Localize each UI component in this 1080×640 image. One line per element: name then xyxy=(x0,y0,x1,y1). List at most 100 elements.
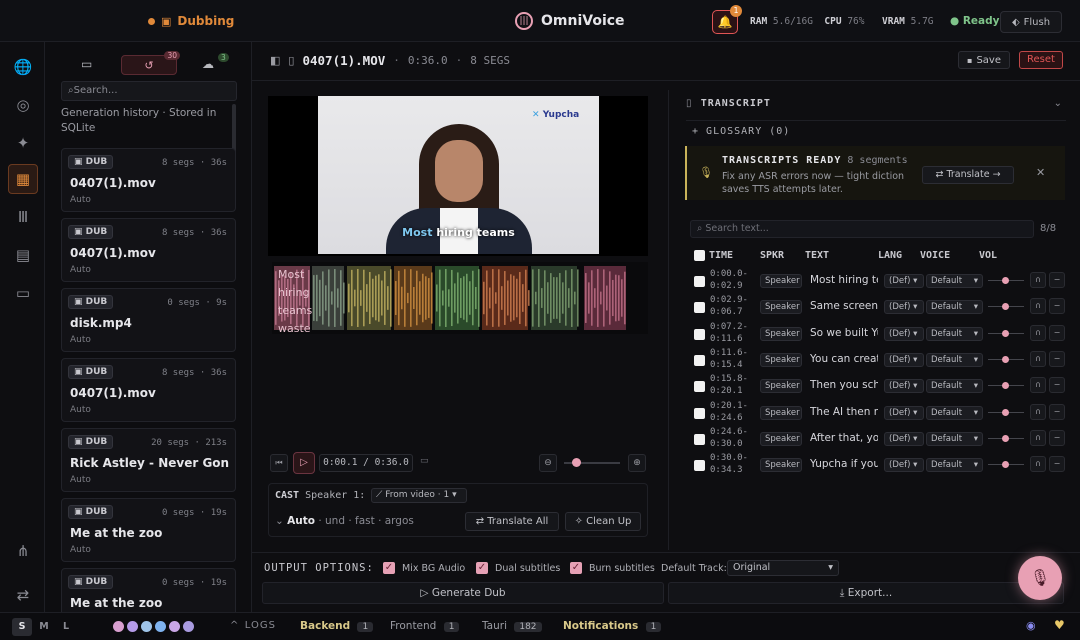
table-row[interactable]: 0:24.6-0:30.0 Speaker 1 After that, you (De… xyxy=(690,426,1066,452)
remove-icon[interactable]: − xyxy=(1049,377,1065,394)
row-checkbox[interactable] xyxy=(694,302,705,314)
speaker-select[interactable]: Speaker 1 xyxy=(760,379,802,394)
theme-dot[interactable] xyxy=(169,621,180,632)
row-text[interactable]: Most hiring te xyxy=(810,274,878,286)
history-search-field[interactable]: ⌕Search... xyxy=(61,81,237,101)
lang-select[interactable]: (Def) ▾ xyxy=(884,274,924,288)
lang-select[interactable]: (Def) ▾ xyxy=(884,405,924,420)
notifications-button[interactable]: 🔔 1 xyxy=(712,5,742,34)
speaker-select[interactable]: Speaker 1 xyxy=(760,300,802,315)
backend-log-tab[interactable]: Backend 1 xyxy=(300,620,374,632)
speaker-select[interactable]: Speaker 1 xyxy=(760,458,802,473)
volume-thumb[interactable] xyxy=(1002,434,1009,442)
theme-dot[interactable] xyxy=(127,621,138,632)
lang-select[interactable]: (Def) ▾ xyxy=(884,458,924,473)
row-checkbox[interactable] xyxy=(694,433,705,445)
row-text[interactable]: So we built Yu xyxy=(810,327,878,339)
logs-toggle[interactable]: ^ LOGS xyxy=(230,620,276,631)
save-button[interactable]: ▪ Save xyxy=(958,51,1010,69)
history-card[interactable]: ▣ DUB 8 segs · 36s 0407(1).mov Auto xyxy=(61,358,236,422)
translate-all-button[interactable]: ⇄ Translate All xyxy=(465,512,559,531)
transcript-search-field[interactable]: ⌕ Search text... xyxy=(690,220,1034,238)
remove-icon[interactable]: − xyxy=(1049,272,1065,288)
voice-select[interactable]: Default ▾ xyxy=(926,300,983,315)
volume-thumb[interactable] xyxy=(1002,382,1009,390)
clean-up-button[interactable]: ✧ Clean Up xyxy=(565,512,641,531)
default-track-select[interactable]: Original ▾ xyxy=(727,560,839,576)
headphones-icon[interactable]: ∩ xyxy=(1030,350,1046,367)
row-checkbox[interactable] xyxy=(694,354,705,366)
notifications-log-tab[interactable]: Notifications 1 xyxy=(563,620,662,632)
transcript-header[interactable]: ▯ TRANSCRIPT ⌄ xyxy=(686,98,1062,116)
mix-bg-checkbox[interactable]: ✓ xyxy=(383,562,395,574)
nodes-icon[interactable]: ⋔ xyxy=(8,536,38,566)
flush-button[interactable]: ⬖ Flush xyxy=(1000,11,1062,33)
voice-select[interactable]: Default ▾ xyxy=(926,458,983,473)
play-button[interactable]: ▷ xyxy=(293,452,315,474)
history-tab[interactable]: ↺ 30 xyxy=(121,51,180,75)
size-m-button[interactable]: M xyxy=(34,618,54,636)
headphones-icon[interactable]: ∩ xyxy=(1030,429,1046,446)
cloud-tab-icon[interactable]: ☁ 3 xyxy=(202,53,229,71)
row-checkbox[interactable] xyxy=(694,460,705,472)
voice-select[interactable]: Default ▾ xyxy=(926,326,983,341)
volume-slider[interactable] xyxy=(988,461,1024,469)
voice-select[interactable]: Default ▾ xyxy=(926,431,983,446)
row-text[interactable]: Then you sch xyxy=(810,379,878,391)
waveform-segment[interactable] xyxy=(584,266,626,330)
table-row[interactable]: 0:07.2-0:11.6 Speaker 1 So we built Yu (Def… xyxy=(690,321,1066,347)
row-text[interactable]: The AI then ru xyxy=(810,406,878,418)
banner-translate-button[interactable]: ⇄ Translate → xyxy=(922,166,1014,184)
table-row[interactable]: 0:30.0-0:34.3 Speaker 1 Yupcha if you (Def)… xyxy=(690,452,1066,478)
magic-wand-icon[interactable]: ✦ xyxy=(8,128,38,158)
headphones-icon[interactable]: ∩ xyxy=(1030,377,1046,394)
select-all-checkbox[interactable] xyxy=(694,250,705,261)
skip-back-button[interactable]: ⏮ xyxy=(270,454,288,472)
volume-thumb[interactable] xyxy=(1002,303,1009,311)
lang-select[interactable]: (Def) ▾ xyxy=(884,379,924,394)
volume-slider[interactable] xyxy=(988,355,1024,363)
folder-icon[interactable]: ▭ xyxy=(8,278,38,308)
history-card[interactable]: ▣ DUB 8 segs · 36s 0407(1).mov Auto xyxy=(61,148,236,212)
remove-icon[interactable]: − xyxy=(1049,298,1065,315)
remove-icon[interactable]: − xyxy=(1049,456,1065,473)
video-frame[interactable]: ✕ Yupcha Most hiring teams xyxy=(318,96,599,254)
table-row[interactable]: 0:00.0- 0:02.9 Speaker 1 Most hiring te (Def… xyxy=(690,268,1066,294)
volume-thumb[interactable] xyxy=(1002,277,1009,284)
frontend-log-tab[interactable]: Frontend 1 xyxy=(390,620,460,632)
table-row[interactable]: 0:15.8-0:20.1 Speaker 1 Then you sch (Def) … xyxy=(690,373,1066,399)
burn-subtitles-checkbox[interactable]: ✓ xyxy=(570,562,582,574)
waveform-track[interactable]: Most hiring teams waste xyxy=(272,262,648,334)
zoom-slider[interactable] xyxy=(564,458,620,467)
volume-thumb[interactable] xyxy=(1002,408,1009,416)
remove-icon[interactable]: − xyxy=(1049,324,1065,341)
remove-icon[interactable]: − xyxy=(1049,403,1065,420)
speaker-select[interactable]: Speaker 1 xyxy=(760,352,802,367)
caption-icon[interactable]: ▭ xyxy=(420,456,429,466)
row-checkbox[interactable] xyxy=(694,407,705,419)
row-checkbox[interactable] xyxy=(694,328,705,340)
film-nav-icon[interactable]: ▦ xyxy=(8,164,38,194)
globe-icon[interactable]: 🌐 xyxy=(8,52,38,82)
export-button[interactable]: ⤓ Export... xyxy=(668,582,1064,604)
volume-slider[interactable] xyxy=(988,277,1024,284)
speaker-source-select[interactable]: ⟋ From video · 1 ▾ xyxy=(371,488,467,503)
voice-select[interactable]: Default ▾ xyxy=(926,352,983,367)
voice-select[interactable]: Default ▾ xyxy=(926,405,983,420)
row-checkbox[interactable] xyxy=(694,381,705,393)
glossary-toggle[interactable]: + GLOSSARY (0) xyxy=(692,126,790,137)
theme-dot[interactable] xyxy=(113,621,124,632)
zoom-in-button[interactable]: ⊕ xyxy=(628,454,646,472)
zoom-slider-thumb[interactable] xyxy=(572,458,581,467)
row-text[interactable]: Yupcha if you xyxy=(810,458,878,470)
size-l-button[interactable]: L xyxy=(56,618,76,636)
headphones-icon[interactable]: ∩ xyxy=(1030,403,1046,420)
row-text[interactable]: Same screeni xyxy=(810,300,878,312)
headphones-icon[interactable]: ∩ xyxy=(1030,272,1046,288)
fingerprint-icon[interactable]: ◎ xyxy=(8,90,38,120)
heart-icon[interactable]: ♥ xyxy=(1054,618,1065,632)
headphones-icon[interactable]: ∩ xyxy=(1030,456,1046,473)
volume-slider[interactable] xyxy=(988,303,1024,311)
history-card[interactable]: ▣ DUB 20 segs · 213s Rick Astley - Never G… xyxy=(61,428,236,492)
volume-thumb[interactable] xyxy=(1002,461,1009,469)
